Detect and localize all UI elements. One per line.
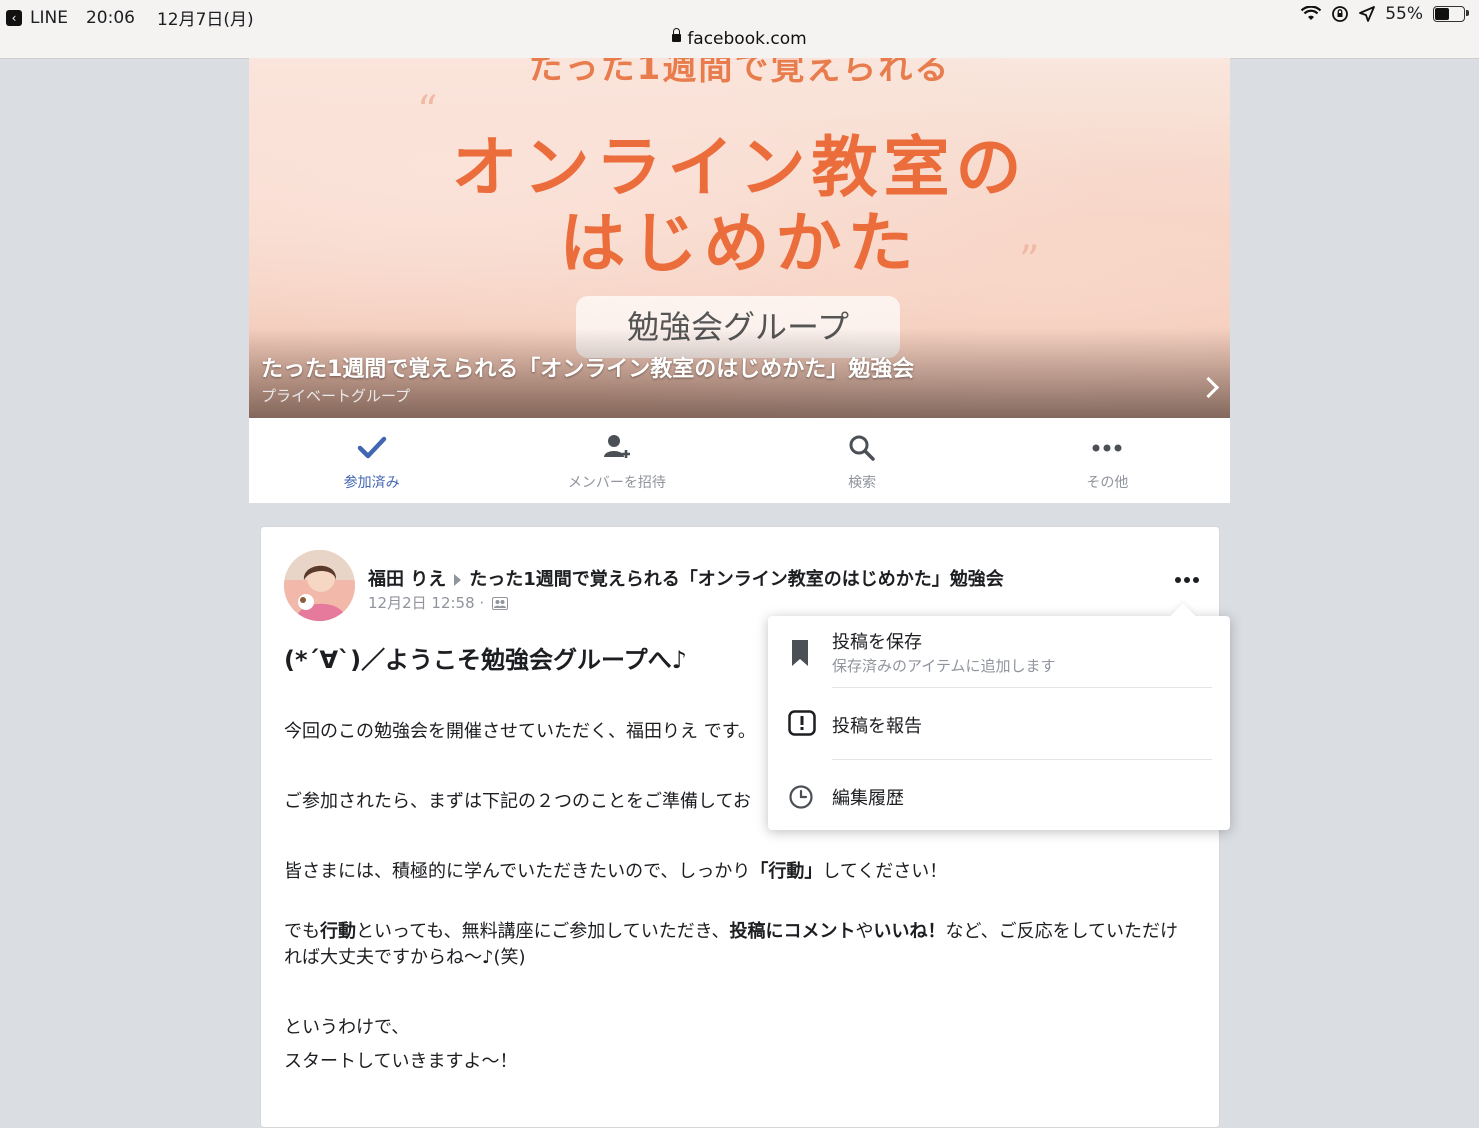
report-icon	[788, 710, 816, 736]
url-text: facebook.com	[687, 29, 807, 49]
p4-text-c: といっても、無料講座にご参加していただき、	[356, 921, 730, 942]
tab-search[interactable]: 検索	[740, 418, 985, 503]
menu-item-report-post[interactable]: 投稿を報告	[768, 688, 1230, 760]
arrow-right-icon	[454, 573, 462, 586]
clock-icon	[789, 785, 813, 809]
group-type: プライベートグループ	[261, 387, 411, 405]
menu-item-edit-history[interactable]: 編集履歴	[768, 760, 1230, 830]
location-icon	[1359, 6, 1376, 22]
post-paragraph-6: スタートしていきますよ〜！	[284, 1051, 518, 1072]
status-right: 55%	[1301, 4, 1469, 24]
back-app-label[interactable]: LINE	[30, 8, 68, 28]
tab-more[interactable]: その他	[985, 418, 1230, 503]
search-icon	[849, 435, 875, 461]
menu-save-title: 投稿を保存	[832, 632, 922, 653]
check-icon	[357, 436, 386, 459]
post-author[interactable]: 福田 りえ	[368, 569, 446, 590]
post-paragraph-5: というわけで、	[284, 1017, 410, 1038]
post-paragraph-4: でも行動といっても、無料講座にご参加していただき、投稿にコメントやいいね！など、…	[284, 919, 1196, 971]
menu-save-subtitle: 保存済みのアイテムに追加します	[832, 657, 1056, 675]
post-options-menu: 投稿を保存 保存済みのアイテムに追加します 投稿を報告 編集履歴	[768, 603, 1230, 830]
more-icon	[1092, 444, 1122, 452]
orientation-lock-icon	[1332, 6, 1349, 22]
dot	[1175, 577, 1181, 583]
menu-item-save-post[interactable]: 投稿を保存 保存済みのアイテムに追加します	[768, 616, 1230, 688]
dot	[1184, 577, 1190, 583]
address-bar[interactable]: facebook.com	[0, 28, 1479, 49]
p3-text-a: 皆さまには、積極的に学んでいただきたいので、しっかり	[284, 861, 751, 882]
battery-percent: 55%	[1385, 4, 1423, 24]
group-name[interactable]: たった1週間で覚えられる「オンライン教室のはじめかた」勉強会	[261, 351, 914, 383]
status-time: 20:06	[85, 7, 135, 28]
tab-more-label: その他	[1086, 475, 1129, 491]
menu-history-title: 編集履歴	[832, 788, 904, 809]
avatar[interactable]	[284, 550, 355, 621]
post-options-button[interactable]	[1175, 577, 1199, 583]
lock-icon	[672, 28, 682, 42]
tab-joined[interactable]: 参加済み	[249, 418, 494, 503]
battery-fill	[1435, 8, 1449, 20]
post-meta: 12月2日 12:58 ·	[368, 592, 508, 613]
back-to-app-icon[interactable]: ‹	[6, 9, 22, 26]
p4-text-e: や	[855, 921, 874, 942]
tab-invite-label: メンバーを招待	[567, 475, 666, 491]
p3-text-bold: 「行動」	[750, 861, 823, 882]
status-left: ‹ LINE 20:06 12月7日(月)	[6, 5, 254, 30]
group-cover[interactable]: たった1週間で覚えられる “ ” オンライン教室の はじめかた 勉強会グループ …	[249, 58, 1230, 418]
status-date: 12月7日(月)	[156, 10, 254, 30]
post-timestamp[interactable]: 12月2日 12:58 ·	[368, 594, 484, 612]
bookmark-icon	[792, 640, 808, 666]
cover-title-line2: はじめかた	[559, 205, 920, 282]
wifi-icon	[1301, 6, 1322, 20]
p4-text-bold-2: 投稿にコメント	[729, 921, 856, 942]
battery-icon	[1433, 6, 1469, 22]
p4-text-a: でも	[284, 921, 320, 942]
group-audience-icon	[491, 597, 508, 610]
tab-invite-members[interactable]: メンバーを招待	[494, 418, 739, 503]
dot	[1193, 577, 1199, 583]
p3-text-c: してください！	[822, 861, 948, 882]
status-bar: ‹ LINE 20:06 12月7日(月) facebook.com 55%	[0, 0, 1479, 59]
post-paragraph-3: 皆さまには、積極的に学んでいただきたいので、しっかり「行動」してください！	[284, 859, 1196, 885]
post-header: 福田 りえ たった1週間で覚えられる「オンライン教室のはじめかた」勉強会	[368, 565, 1004, 591]
group-tab-bar: 参加済み メンバーを招待 検索 その他	[249, 418, 1230, 503]
tab-joined-label: 参加済み	[343, 475, 400, 491]
post-group[interactable]: たった1週間で覚えられる「オンライン教室のはじめかた」勉強会	[469, 569, 1004, 590]
p4-text-bold-1: 行動	[320, 921, 356, 942]
add-person-icon	[603, 435, 630, 458]
p4-text-bold-3: いいね！	[873, 921, 946, 942]
tab-search-label: 検索	[848, 475, 877, 491]
menu-report-title: 投稿を報告	[832, 716, 922, 737]
cover-top-text: たった1週間で覚えられる	[528, 58, 951, 88]
